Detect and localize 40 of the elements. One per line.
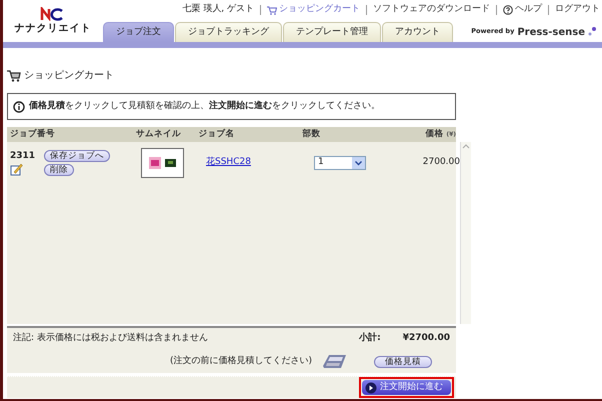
header-link[interactable]: ソフトウェアのダウンロード [373,3,490,17]
notice-text: 価格見積をクリックして見積額を確認の上、注文開始に進むをクリックしてください。 [29,100,380,113]
edit-icon[interactable] [10,163,23,176]
footer-note: 注記: 表示価格には税および送料は含まれません [13,332,209,345]
tab[interactable]: ジョブトラッキング [175,22,282,42]
job-action-button[interactable]: 保存ジョブへ [44,150,110,162]
calculator-icon [321,354,347,370]
column-header: サムネイル [136,128,182,141]
column-header: ジョブ名 [198,128,236,141]
user-name: 七栗 瑛人, ゲスト [182,3,254,16]
job-name-link[interactable]: 花SSHC28 [206,157,251,168]
info-icon [13,100,25,112]
help-icon [503,5,513,15]
job-action-button[interactable]: 削除 [44,164,74,176]
tab[interactable]: ジョブ注文 [103,22,174,42]
page-title: ショッピングカート [24,69,114,83]
brand-logo: Press-sense [517,26,585,40]
header-link[interactable]: ログアウト [555,3,600,17]
company-name: ナナクリエイト [14,22,92,36]
tab[interactable]: テンプレート管理 [283,22,381,42]
dots-icon [588,27,596,37]
copies-dropdown[interactable]: 1 [314,156,366,170]
column-header: 部数 [302,128,322,141]
hint-text: (注文の前に価格見積してください) [170,354,312,368]
header-link[interactable]: ヘルプ [503,3,542,17]
column-header: 価格 [424,128,444,141]
cart-icon [267,6,277,14]
job-number: 2311 [10,150,36,163]
caret-icon [355,160,362,166]
tab[interactable]: アカウント [382,22,453,42]
subtotal-value: ¥2700.00 [402,332,450,345]
thumbnail-image [141,148,184,178]
column-header: ジョブ番号 [9,128,56,141]
header-link[interactable]: ショッピングカート [267,3,360,17]
cart-icon [7,70,21,82]
price-cell-text: 2700.00 [422,156,460,170]
subtotal-label: 小計: [359,332,381,345]
play-icon [365,382,377,394]
proceed-order-button[interactable]: 注文開始に進む [362,380,451,395]
estimate-button[interactable]: 価格見積 [374,356,432,368]
